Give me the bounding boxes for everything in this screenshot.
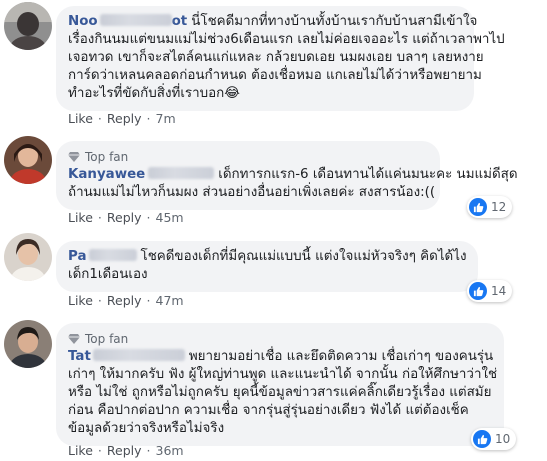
comment-bubble: Noo ot นี่โชคดีมากที่ทางบ้านทั้งบ้านเรากับ… [56, 6, 505, 111]
commenter-name[interactable]: Noo ot [68, 14, 187, 29]
comment-actions: Like · Reply · 47m [68, 293, 184, 308]
laughing-emoji-icon: 😂 [224, 86, 240, 101]
comment-text-line: ทำอะไรที่ขัดกับสิ่งที่เราบอก😂 [68, 86, 240, 101]
comment-bubble: Top fan Kanyawee เด็กทารกแรก-6 เดือนทานได… [56, 141, 518, 210]
like-link[interactable]: Like [68, 293, 93, 308]
comment-text-line: เก่าๆ ให้มากครับ ฟัง ผู้ใหญ่ท่านพูด และแ… [68, 367, 498, 382]
top-fan-badge: Top fan [68, 148, 428, 166]
timestamp[interactable]: 7m [156, 111, 176, 126]
avatar[interactable] [4, 320, 52, 368]
comment-text-line: ข้อมูลด้วยว่าจริงหรือไม่จริง [68, 421, 225, 436]
thumbs-up-icon [469, 282, 487, 300]
timestamp[interactable]: 47m [156, 293, 184, 308]
reaction-count[interactable]: 12 [467, 196, 513, 218]
reply-link[interactable]: Reply [107, 293, 142, 308]
timestamp[interactable]: 36m [156, 443, 184, 458]
comment-text-line: Tat พยายามอย่าเชื่อ และยึดติดความ เชื่อเก… [68, 349, 494, 364]
commenter-name[interactable]: Kanyawee [68, 167, 215, 182]
avatar[interactable] [4, 136, 52, 184]
reaction-count[interactable]: 14 [467, 280, 513, 302]
comment-bubble: Top fan Tat พยายามอย่าเชื่อ และยึดติดความ… [56, 323, 504, 446]
comment-text-line: เรื่องกินนมแต่ขนมแม่ไม่ช่วง6เดือนแรก เลย… [68, 32, 505, 47]
diamond-badge-icon [68, 334, 80, 344]
like-link[interactable]: Like [68, 443, 93, 458]
commenter-name[interactable]: Pa [68, 249, 137, 264]
comment-text-line: การ์ดว่าเหลนคลอดก่อนกำหนด ต้องเชื่อหมอ แ… [68, 68, 482, 83]
comment-text-line: Pa โชคดีของเด็กที่มีคุณแม่แบบนี้ แต่งใจแม… [68, 249, 467, 264]
reply-link[interactable]: Reply [107, 111, 142, 126]
like-link[interactable]: Like [68, 111, 93, 126]
comment-actions: Like · Reply · 7m [68, 111, 176, 126]
comment-text-line: เจอทวด เขาก็จะสไตล์คนแก่แหละ กล้วยบดเอย … [68, 50, 484, 65]
reply-link[interactable]: Reply [107, 443, 142, 458]
comment-text-line: ก่อน คือปากต่อปาก ความเชื่อ จากรุ่นสู่รุ… [68, 403, 469, 418]
reply-link[interactable]: Reply [107, 210, 142, 225]
timestamp[interactable]: 45m [156, 210, 184, 225]
comment-text-line: เด็ก1เดือนเอง [68, 267, 148, 282]
comment-actions: Like · Reply · 36m [68, 443, 184, 458]
reaction-count[interactable]: 10 [471, 428, 517, 450]
comment-text-line: Kanyawee เด็กทารกแรก-6 เดือนทานได้แค่นมนะ… [68, 167, 518, 182]
avatar[interactable] [4, 233, 52, 281]
thumbs-up-icon [473, 430, 491, 448]
comment-bubble: Pa โชคดีของเด็กที่มีคุณแม่แบบนี้ แต่งใจแม… [56, 241, 478, 292]
comment-text-line: Noo ot นี่โชคดีมากที่ทางบ้านทั้งบ้านเรากับ… [68, 14, 478, 29]
comment-text-line: หรือ ไม่ใช่ ถูกหรือไม่ถูกครับ ยุคนี้ข้อม… [68, 385, 492, 400]
diamond-badge-icon [68, 152, 80, 162]
comment-actions: Like · Reply · 45m [68, 210, 184, 225]
top-fan-badge: Top fan [68, 330, 492, 348]
thumbs-up-icon [469, 198, 487, 216]
comment-text-line: ถ้านมแม่ไม่ไหวก็นมผง ส่วนอย่างอื่นอย่าเพ… [68, 185, 436, 200]
commenter-name[interactable]: Tat [68, 349, 185, 364]
like-link[interactable]: Like [68, 210, 93, 225]
avatar[interactable] [4, 2, 52, 50]
